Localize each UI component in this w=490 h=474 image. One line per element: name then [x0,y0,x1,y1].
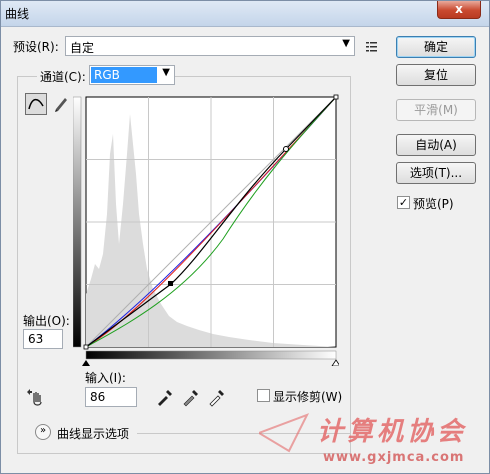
input-gradient-bar [85,350,337,360]
channel-value: RGB [91,67,157,83]
reset-button[interactable]: 复位 [396,64,476,86]
watermark-logo [256,413,310,456]
gray-eyedropper-icon[interactable] [181,387,203,409]
watermark-url: www.gxjmca.com [323,450,465,465]
output-field[interactable]: 63 [23,329,63,349]
pencil-icon[interactable] [51,93,73,115]
input-field[interactable]: 86 [85,387,137,407]
control-point-selected [168,281,173,286]
channel-dropdown[interactable]: RGB ▼ [89,65,175,85]
white-point-slider [331,359,339,366]
ok-button[interactable]: 确定 [396,36,476,58]
black-point-slider [82,360,90,366]
chevron-down-icon: ▼ [342,38,350,49]
targeted-adjustment-hand-icon[interactable] [25,387,47,409]
chevron-down-icon: ▼ [162,67,170,78]
curve-point-tool-icon[interactable] [25,93,47,115]
preset-dropdown[interactable]: 自定 ▼ [65,36,355,56]
curves-dialog: 曲线 x 预设(R): 自定 ▼ 确定 复位 平滑(M) 自动(A) 选项(T)… [0,0,490,474]
preset-label: 预设(R): [13,40,59,54]
options-button[interactable]: 选项(T)... [396,162,476,184]
white-eyedropper-icon[interactable] [207,387,229,409]
output-gradient-bar [73,96,82,348]
show-clipping-label: 显示修剪(W) [273,390,343,404]
curve-display-options-label[interactable]: 曲线显示选项 [57,425,129,442]
preset-value: 自定 [70,41,95,55]
expand-chevron-icon[interactable]: » [35,424,51,440]
title-bar: 曲线 x [1,1,489,27]
preview-checkbox[interactable]: ✓ [397,196,410,209]
window-title: 曲线 [5,7,30,21]
curve-graph[interactable] [73,94,339,366]
black-eyedropper-icon[interactable] [155,387,177,409]
preset-options-icon[interactable] [363,37,385,59]
watermark-text: 计算机协会 [317,417,468,447]
control-point [283,146,289,152]
preview-label: 预览(P) [413,197,454,211]
channel-label: 通道(C): [37,68,89,85]
input-label: 输入(I): [85,371,126,385]
auto-button[interactable]: 自动(A) [396,134,476,156]
control-point-endpoint [333,94,339,100]
show-clipping-checkbox[interactable] [257,389,270,402]
output-label: 输出(O): [23,314,70,328]
smooth-button[interactable]: 平滑(M) [396,99,476,121]
close-button[interactable]: x [437,1,481,19]
control-point-endpoint [83,344,89,350]
